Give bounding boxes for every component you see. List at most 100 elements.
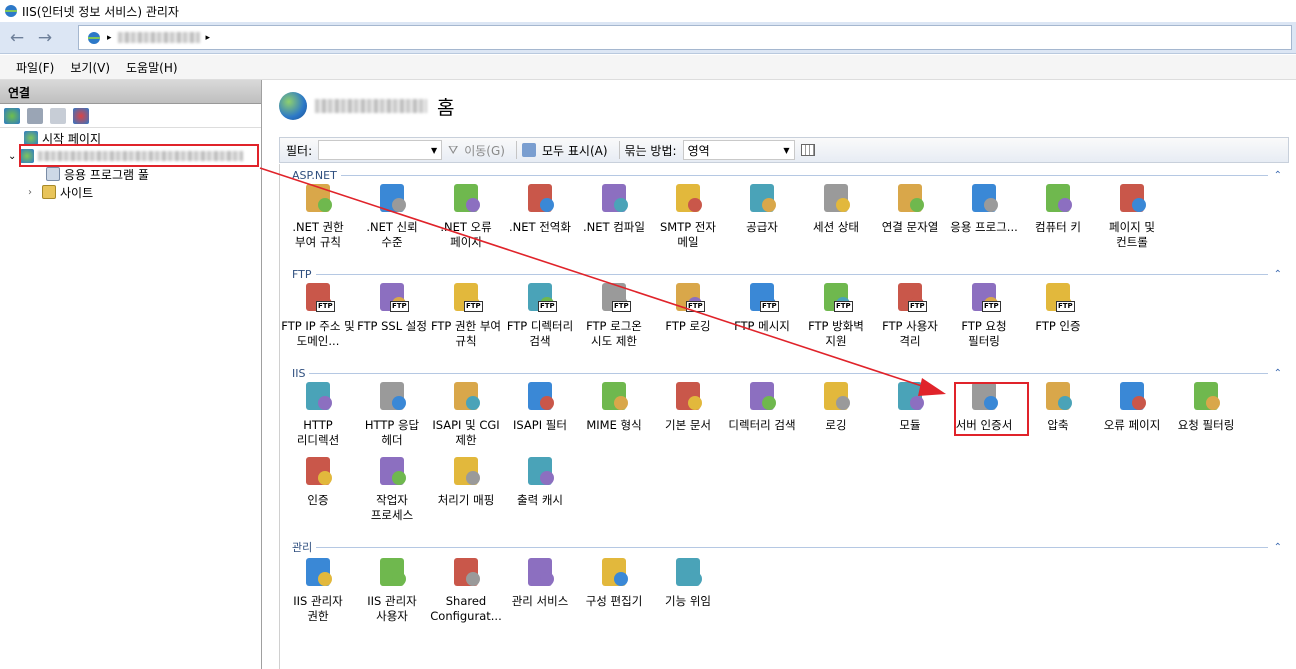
ftp-badge-icon: FTP: [760, 301, 779, 312]
filter-funnel-icon: ⛛: [448, 142, 459, 157]
toolbar-divider: [515, 141, 517, 159]
feature-label: 인증: [307, 493, 329, 507]
breadcrumb[interactable]: ▸ ▸: [78, 25, 1292, 50]
feature-label: SMTP 전자 메일: [660, 220, 716, 249]
feature-item[interactable]: 모듈: [873, 380, 947, 433]
feature-item[interactable]: 압축: [1021, 380, 1095, 433]
tree-item-sites[interactable]: › 사이트: [28, 183, 93, 201]
group-divider: [309, 372, 1268, 374]
feature-icon: [1116, 380, 1148, 412]
group-header-aspnet[interactable]: ASP.NET ⌃: [292, 168, 1282, 182]
feature-item[interactable]: 오류 페이지: [1095, 380, 1169, 433]
group-header-mgmt[interactable]: 관리 ⌃: [292, 540, 1282, 554]
feature-item[interactable]: FTP FTP 인증: [1021, 281, 1095, 334]
feature-item[interactable]: FTP FTP 사용자 격리: [873, 281, 947, 349]
feature-label: IIS 관리자 사용자: [367, 594, 417, 623]
show-all-button[interactable]: 모두 표시(A): [542, 142, 608, 159]
ftp-badge-icon: FTP: [316, 301, 335, 312]
feature-item[interactable]: HTTP 응답 헤더: [355, 380, 429, 448]
feature-label: IIS 관리자 권한: [293, 594, 343, 623]
feature-item[interactable]: ISAPI 및 CGI 제한: [429, 380, 503, 448]
window-title: IIS(인터넷 정보 서비스) 관리자: [22, 4, 179, 19]
ftp-badge-icon: FTP: [686, 301, 705, 312]
menu-file[interactable]: 파일(F): [16, 59, 54, 76]
feature-item[interactable]: IIS 관리자 권한: [281, 556, 355, 624]
feature-item[interactable]: HTTP 리디렉션: [281, 380, 355, 448]
feature-item[interactable]: .NET 컴파일: [577, 182, 651, 235]
group-header-ftp[interactable]: FTP ⌃: [292, 267, 1282, 281]
feature-item[interactable]: 컴퓨터 키: [1021, 182, 1095, 235]
feature-item[interactable]: 연결 문자열: [873, 182, 947, 235]
feature-item[interactable]: FTP FTP 방화벽 지원: [799, 281, 873, 349]
feature-groups: ASP.NET ⌃ .NET 권한 부여 규칙 .NET 신뢰 수준 .NET 오류 페…: [279, 164, 1296, 669]
feature-item[interactable]: .NET 전역화: [503, 182, 577, 235]
save-icon[interactable]: [27, 107, 43, 124]
feature-item[interactable]: 기능 위임: [651, 556, 725, 609]
ftp-badge-icon: FTP: [538, 301, 557, 312]
feature-item[interactable]: .NET 신뢰 수준: [355, 182, 429, 250]
feature-item[interactable]: 페이지 및 컨트롤: [1095, 182, 1169, 250]
feature-item[interactable]: 처리기 매핑: [429, 455, 503, 508]
forward-arrow-icon[interactable]: →: [32, 26, 58, 50]
feature-item[interactable]: FTP FTP 로깅: [651, 281, 725, 334]
feature-item[interactable]: 공급자: [725, 182, 799, 235]
feature-item[interactable]: IIS 관리자 사용자: [355, 556, 429, 624]
connect-icon[interactable]: [4, 107, 20, 124]
feature-icon: [1190, 380, 1222, 412]
group-header-iis[interactable]: IIS ⌃: [292, 366, 1282, 380]
feature-label: 컴퓨터 키: [1035, 220, 1081, 234]
feature-item[interactable]: FTP FTP 메시지: [725, 281, 799, 334]
feature-item[interactable]: 로깅: [799, 380, 873, 433]
feature-item[interactable]: 요청 필터링: [1169, 380, 1243, 433]
collapse-chevron-icon[interactable]: ⌃: [1268, 368, 1282, 379]
feature-item[interactable]: 기본 문서: [651, 380, 725, 433]
breadcrumb-separator: ▸: [107, 32, 112, 43]
feature-item[interactable]: 출력 캐시: [503, 455, 577, 508]
menu-view[interactable]: 보기(V): [70, 59, 110, 76]
up-icon[interactable]: [50, 107, 66, 124]
feature-item[interactable]: 인증: [281, 455, 355, 508]
feature-item[interactable]: Shared Configurat...: [429, 556, 503, 624]
ftp-badge-icon: FTP: [390, 301, 409, 312]
server-name: [315, 99, 427, 113]
feature-icon: FTP: [524, 281, 557, 313]
group-label: 관리: [292, 541, 313, 554]
menu-bar: 파일(F) 보기(V) 도움말(H): [0, 55, 1296, 80]
view-mode-icon[interactable]: [800, 144, 815, 156]
feature-item[interactable]: 관리 서비스: [503, 556, 577, 609]
go-button[interactable]: 이동(G): [464, 142, 505, 159]
feature-item[interactable]: MIME 형식: [577, 380, 651, 433]
expand-chevron-icon[interactable]: ›: [28, 187, 42, 198]
breadcrumb-server-name[interactable]: [117, 32, 200, 43]
feature-item[interactable]: .NET 권한 부여 규칙: [281, 182, 355, 250]
feature-icon: [894, 182, 926, 214]
feature-item[interactable]: 세션 상태: [799, 182, 873, 235]
feature-item[interactable]: ISAPI 필터: [503, 380, 577, 433]
back-arrow-icon[interactable]: ←: [4, 26, 30, 50]
feature-item[interactable]: 디렉터리 검색: [725, 380, 799, 433]
feature-item[interactable]: 구성 편집기: [577, 556, 651, 609]
feature-icon: [524, 182, 556, 214]
disconnect-icon[interactable]: [73, 107, 89, 124]
feature-item[interactable]: .NET 오류 페이지: [429, 182, 503, 250]
feature-item[interactable]: FTP FTP IP 주소 및 도메인...: [281, 281, 355, 349]
feature-item[interactable]: FTP FTP 요청 필터링: [947, 281, 1021, 349]
feature-item[interactable]: SMTP 전자 메일: [651, 182, 725, 250]
collapse-chevron-icon[interactable]: ⌃: [1268, 542, 1282, 553]
feature-icon: [376, 182, 408, 214]
feature-icon: FTP: [376, 281, 409, 313]
feature-label: ISAPI 및 CGI 제한: [432, 418, 500, 447]
collapse-chevron-icon[interactable]: ⌃: [1268, 269, 1282, 280]
collapse-chevron-icon[interactable]: ⌃: [1268, 170, 1282, 181]
feature-item[interactable]: FTP FTP 디렉터리 검색: [503, 281, 577, 349]
feature-item[interactable]: 응용 프로그...: [947, 182, 1021, 235]
filter-input[interactable]: ▼: [318, 140, 443, 160]
feature-item[interactable]: FTP FTP SSL 설정: [355, 281, 429, 334]
tree-item-app-pools[interactable]: 응용 프로그램 풀: [46, 165, 149, 183]
feature-item[interactable]: 작업자 프로세스: [355, 455, 429, 523]
group-by-select[interactable]: 영역 ▼: [682, 140, 795, 160]
menu-help[interactable]: 도움말(H): [126, 59, 178, 76]
feature-item[interactable]: FTP FTP 권한 부여 규칙: [429, 281, 503, 349]
server-globe-icon: [279, 92, 307, 120]
feature-item[interactable]: FTP FTP 로그온 시도 제한: [577, 281, 651, 349]
